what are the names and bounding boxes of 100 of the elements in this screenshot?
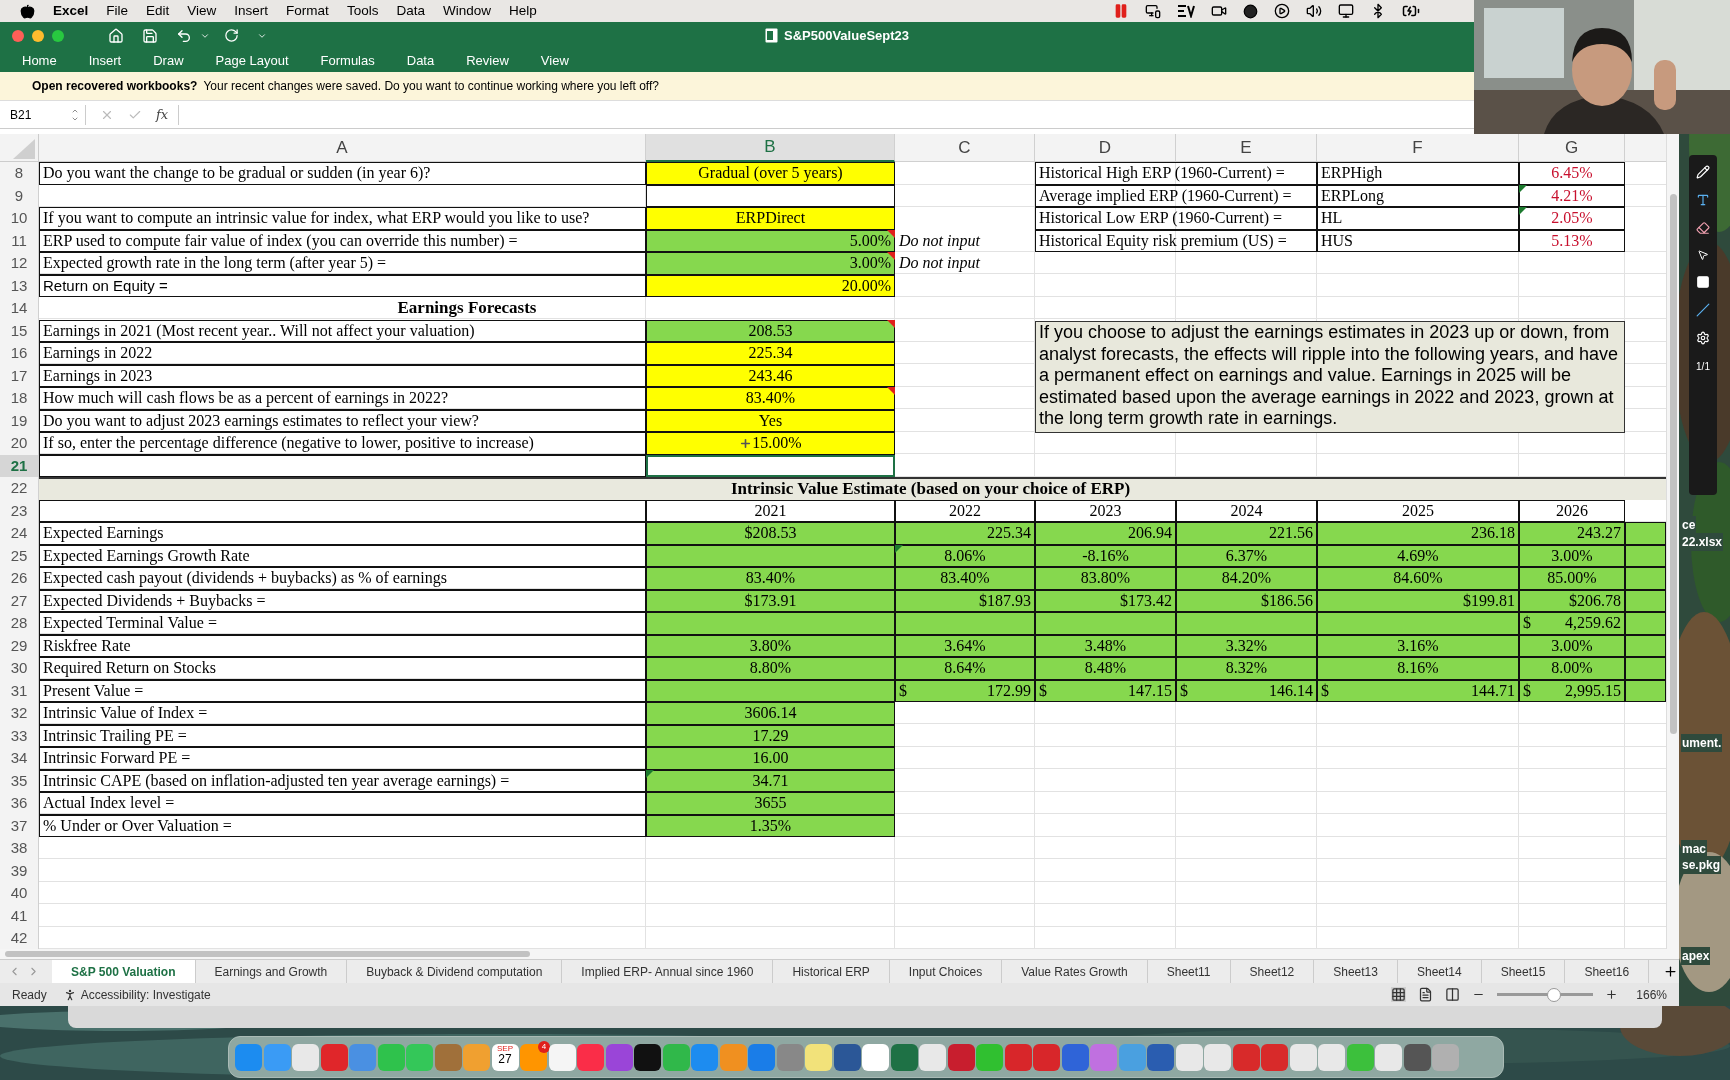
camera-icon[interactable] [1211, 3, 1227, 19]
table-cell: 83.40% [646, 567, 895, 590]
ribbon-tab[interactable]: Home [10, 49, 69, 72]
display-icon[interactable] [1338, 3, 1354, 19]
row-header[interactable]: 12 [0, 252, 39, 275]
scrollbar-thumb[interactable] [1669, 194, 1677, 734]
menu-item[interactable]: Edit [146, 0, 170, 22]
notification-link[interactable]: Open recovered workbooks? [32, 77, 198, 95]
ribbon-tab[interactable]: Review [454, 49, 521, 72]
monitor-icon[interactable] [1145, 3, 1161, 19]
row-header[interactable]: 42 [0, 927, 39, 949]
row-header[interactable]: 41 [0, 904, 39, 927]
row-header[interactable]: 23 [0, 499, 39, 522]
close-button[interactable] [12, 29, 24, 42]
redo-icon[interactable] [224, 28, 239, 43]
save-icon[interactable] [142, 27, 158, 44]
menu-item[interactable]: File [106, 0, 129, 22]
home-icon[interactable] [108, 27, 124, 44]
app-icon[interactable] [634, 1043, 661, 1071]
row-header[interactable]: 8 [0, 162, 39, 185]
volume-icon[interactable] [1306, 3, 1322, 19]
ribbon-tab[interactable]: Page Layout [203, 49, 301, 72]
table-cell: $ 147.15 [1035, 679, 1176, 702]
zoom-in-icon[interactable] [1605, 988, 1619, 1001]
add-sheet-icon[interactable] [1663, 964, 1679, 979]
table-cell: 8.16% [1317, 657, 1519, 680]
menu-item[interactable]: Data [396, 0, 425, 22]
app-icon[interactable]: 4 [520, 1043, 547, 1071]
column-header[interactable]: D [1035, 134, 1176, 162]
table-cell: 8.80% [646, 657, 895, 680]
circle-icon[interactable] [1243, 3, 1258, 19]
row-header[interactable]: 33 [0, 724, 39, 747]
text-box: If you choose to adjust the earnings estimates in 2023 up or down, from analyst forecasts, the effects will ripple into the following years, and have a permanent effect on earnings and value. Earnings in 2025 will be estimated based upon the average earnings in 2022 and 2023, grown at the long term growth rate in earnings. [1035, 321, 1625, 433]
zoom-slider-thumb[interactable] [1546, 987, 1561, 1002]
menu-item[interactable]: Help [508, 0, 537, 22]
row-header[interactable]: 32 [0, 702, 39, 725]
name-box[interactable]: B21 [4, 104, 86, 125]
row-header[interactable]: 21 [0, 454, 39, 477]
accessibility-status[interactable]: Accessibility: Investigate [80, 985, 211, 1004]
table-cell: Historical Equity risk premium (US) = [1035, 229, 1317, 252]
menu-item[interactable]: Tools [346, 0, 379, 22]
row-header[interactable]: 39 [0, 859, 39, 882]
ribbon-tab[interactable]: Draw [141, 49, 196, 72]
row-header[interactable]: 17 [0, 364, 39, 387]
row-header[interactable]: 16 [0, 342, 39, 365]
ribbon-tab[interactable]: Insert [76, 49, 134, 72]
row-header[interactable]: 40 [0, 882, 39, 905]
row-header[interactable]: 10 [0, 207, 39, 230]
row-header[interactable]: 22 [0, 477, 39, 500]
row-header[interactable]: 19 [0, 409, 39, 432]
row-header[interactable]: 35 [0, 769, 39, 792]
function-button[interactable]: fx [156, 104, 169, 125]
scrollbar-thumb[interactable] [5, 951, 530, 957]
row-header[interactable]: 31 [0, 679, 39, 702]
menu-item[interactable]: Window [442, 0, 491, 22]
row-header[interactable]: 38 [0, 837, 39, 860]
sheet-tab[interactable]: S&P 500 Valuation [52, 960, 196, 983]
logo-icon[interactable] [1177, 4, 1195, 18]
apple-icon[interactable] [20, 3, 35, 19]
play-icon[interactable] [1274, 3, 1290, 19]
column-header[interactable]: A [39, 134, 646, 162]
column-header[interactable]: E [1176, 134, 1317, 162]
menu-item[interactable]: Format [286, 0, 329, 22]
ribbon-tab[interactable]: Formulas [308, 49, 387, 72]
row-header[interactable]: 28 [0, 612, 39, 635]
table-cell: Expected growth rate in the long term (after year 5) = [39, 252, 646, 275]
selected-cell[interactable] [646, 454, 895, 477]
table-cell: $173.42 [1035, 589, 1176, 612]
row-header[interactable]: 11 [0, 229, 39, 252]
notification-badge: 4 [538, 1040, 550, 1053]
row-header[interactable]: 27 [0, 589, 39, 612]
row-header[interactable]: 15 [0, 319, 39, 342]
column-header[interactable]: B [646, 134, 895, 162]
row-header[interactable]: 29 [0, 634, 39, 657]
row-header[interactable]: 34 [0, 747, 39, 770]
menu-item[interactable]: Excel [53, 0, 89, 22]
menu-item[interactable]: Insert [234, 0, 269, 22]
row-header[interactable]: 13 [0, 274, 39, 297]
row-header[interactable]: 25 [0, 544, 39, 567]
zoom-button[interactable] [52, 29, 64, 42]
ribbon-tab[interactable]: Data [394, 49, 447, 72]
row-header[interactable]: 9 [0, 184, 39, 207]
pause-icon[interactable] [1113, 3, 1129, 19]
ribbon-tab[interactable]: View [528, 49, 581, 72]
row-header[interactable]: 20 [0, 432, 39, 455]
calendar-icon[interactable]: SEP 27 [491, 1043, 519, 1071]
undo-icon[interactable] [176, 27, 192, 44]
menu-item[interactable]: View [187, 0, 217, 22]
row-header[interactable]: 36 [0, 792, 39, 815]
table-cell: ERPLong [1317, 184, 1519, 207]
row-header[interactable]: 18 [0, 387, 39, 410]
minimize-button[interactable] [32, 29, 44, 42]
page-break-icon[interactable] [1445, 987, 1461, 1002]
row-header[interactable]: 26 [0, 567, 39, 590]
row-header[interactable]: 14 [0, 297, 39, 320]
row-header[interactable]: 37 [0, 814, 39, 837]
normal-view-icon[interactable] [1391, 987, 1407, 1002]
row-header[interactable]: 30 [0, 657, 39, 680]
page-layout-icon[interactable] [1418, 987, 1434, 1002]
row-header[interactable]: 24 [0, 522, 39, 545]
